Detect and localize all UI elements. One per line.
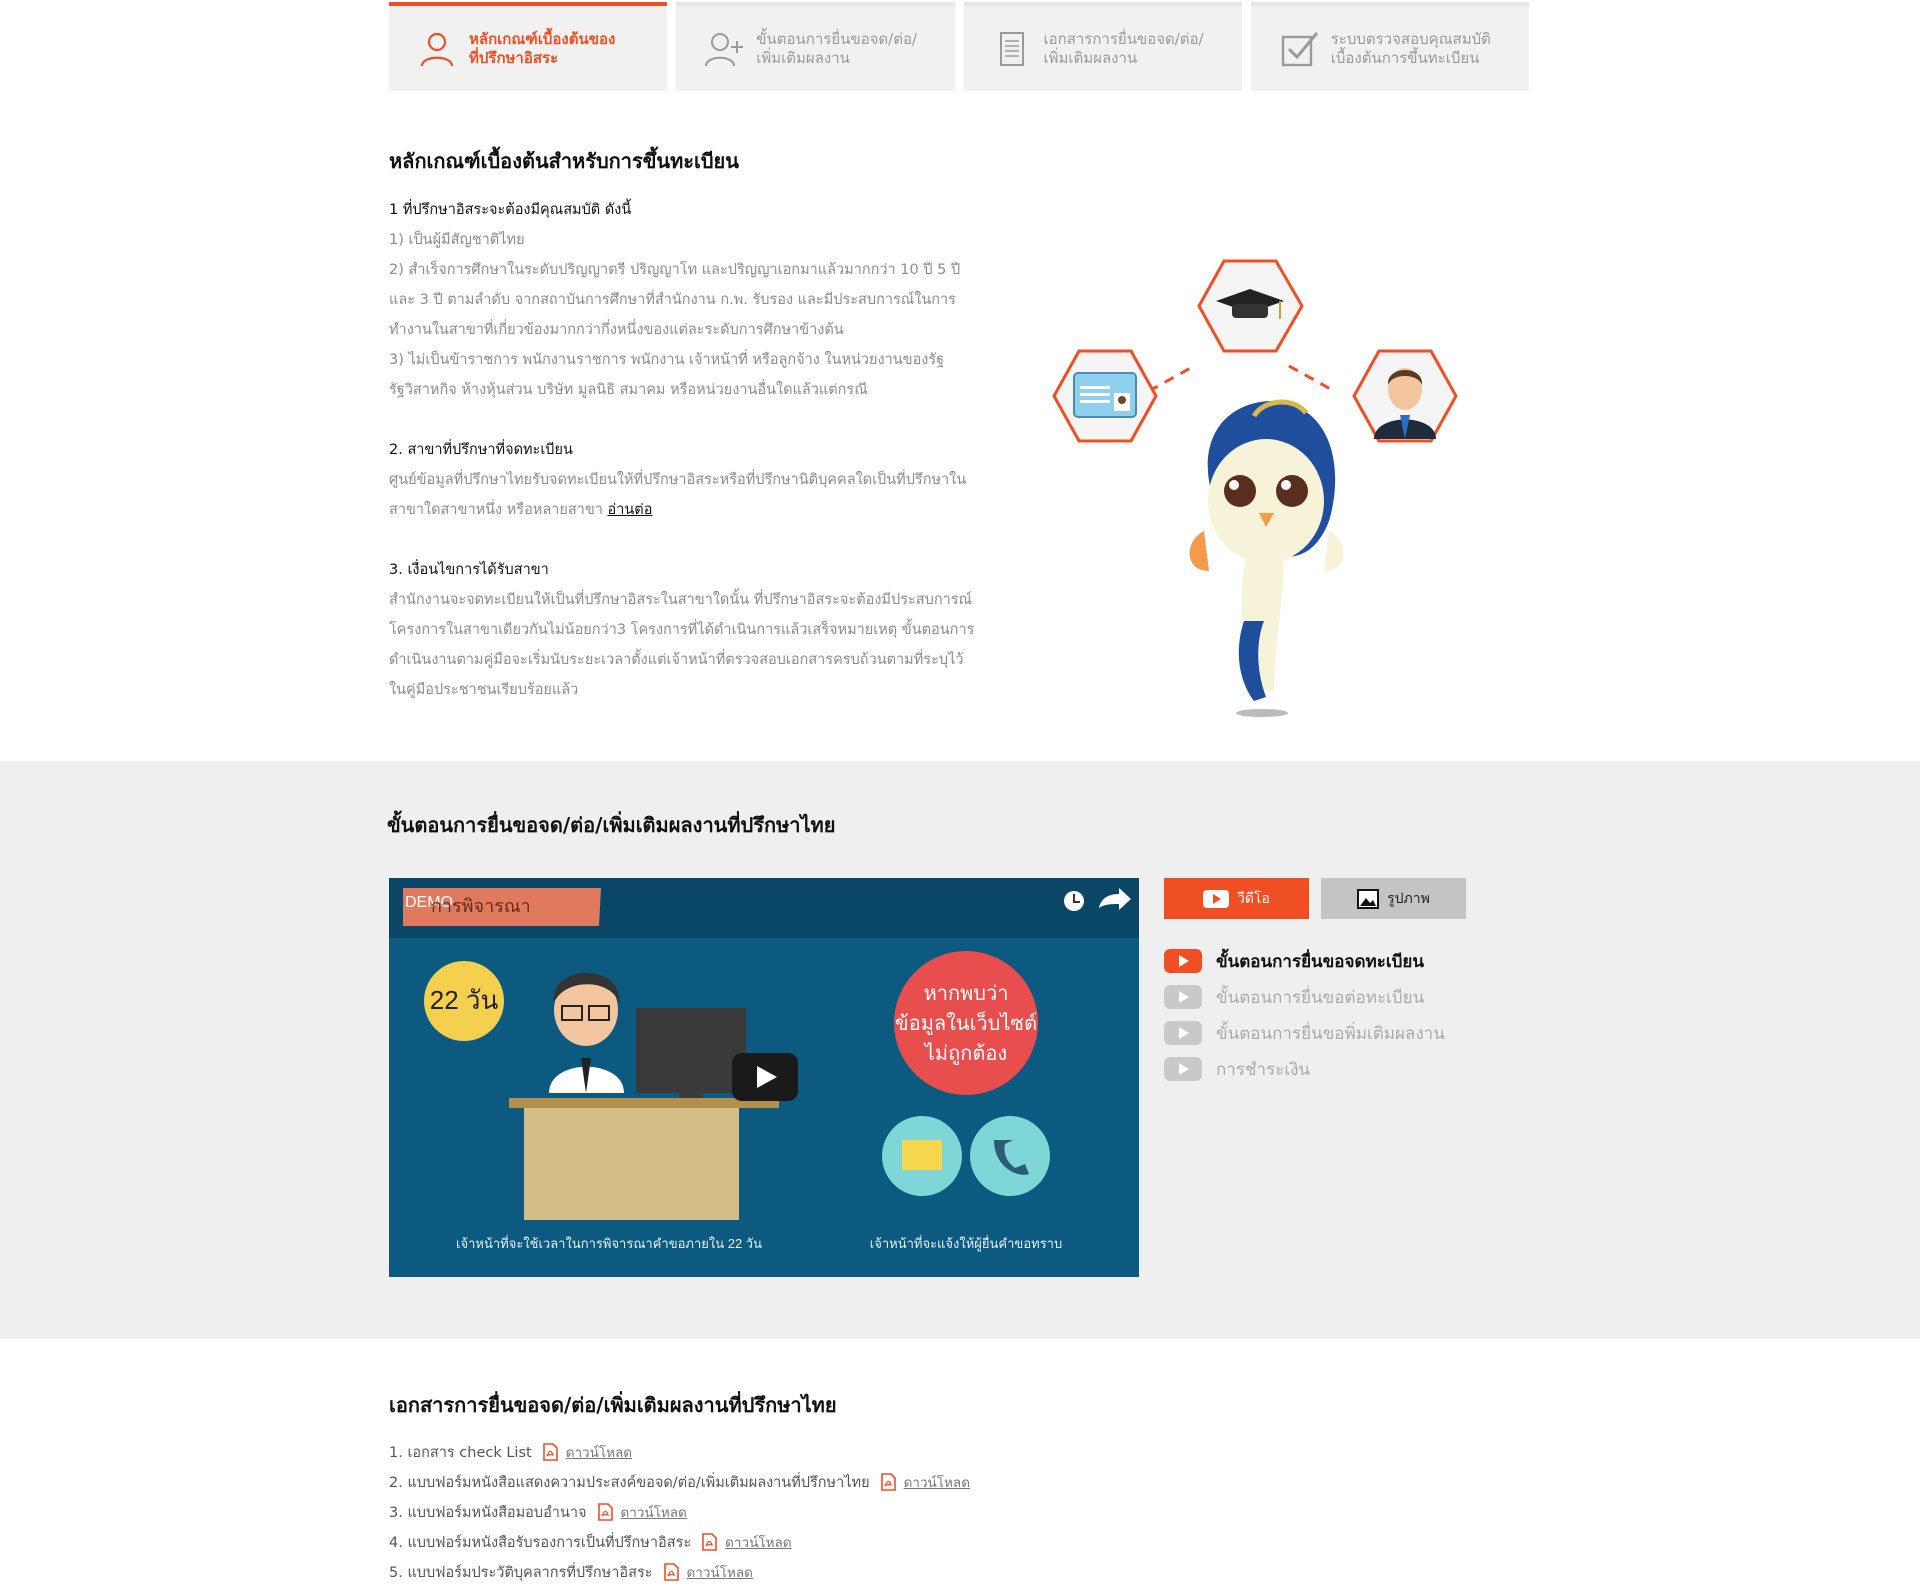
video-list-item[interactable]: ขั้นตอนการยื่นขอจดทะเบียน [1164,943,1445,979]
tab-label: ขั้นตอนการยื่นขอจด/ต่อ/ เพิ่มเติมผลงาน [756,29,918,67]
video-player[interactable]: DEMO การพิจารณา 22 วัน หากพบว่าข้อมูลในเ… [389,878,1139,1277]
criteria-heading-3: 3. เงื่อนไขการได้รับสาขา [389,562,549,578]
tab-bar: หลักเกณฑ์เบื้องต้นของ ที่ปรึกษาอิสระ ขั้… [389,2,1529,91]
video-list-label: ขั้นตอนการยื่นขอพิ่มเติมผลงาน [1216,1023,1445,1044]
document-item: 5. แบบฟอร์มประวัติบุคลากรที่ปรึกษาอิสระ ด… [389,1557,970,1587]
play-icon [1164,1021,1202,1045]
play-icon [1164,949,1202,973]
criteria-title: หลักเกณฑ์เบื้องต้นสำหรับการขึ้นทะเบียน [389,149,739,173]
tab-process[interactable]: ขั้นตอนการยื่นขอจด/ต่อ/ เพิ่มเติมผลงาน [676,2,955,91]
media-toggle: วีดีโอ รูปภาพ [1164,878,1466,919]
document-label: 2. แบบฟอร์มหนังสือแสดงความประสงค์ขอจด/ต่… [389,1474,870,1491]
tab-documents[interactable]: เอกสารการยื่นขอจด/ต่อ/ เพิ่มเติมผลงาน [963,2,1242,91]
image-tab-button[interactable]: รูปภาพ [1321,878,1466,919]
image-tab-label: รูปภาพ [1387,890,1430,907]
download-link[interactable]: ดาวน์โหลด [566,1441,632,1463]
pdf-icon[interactable] [701,1533,717,1551]
tab-label: เอกสารการยื่นขอจด/ต่อ/ เพิ่มเติมผลงาน [1043,29,1204,67]
pdf-icon[interactable] [597,1503,613,1521]
video-list-item[interactable]: ขั้นตอนการยื่นขอต่อทะเบียน [1164,979,1445,1015]
video-days-badge: 22 วัน [430,985,499,1015]
criteria-section: หลักเกณฑ์เบื้องต้นสำหรับการขึ้นทะเบียน 1… [389,91,1529,761]
pdf-icon[interactable] [663,1563,679,1581]
graduation-cap-icon [1197,259,1304,353]
document-label: 3. แบบฟอร์มหนังสือมอบอำนาจ [389,1504,587,1521]
checkbox-icon [1281,31,1318,66]
video-list-item[interactable]: ขั้นตอนการยื่นขอพิ่มเติมผลงาน [1164,1015,1445,1051]
video-banner-text: การพิจารณา [431,896,531,916]
user-icon [420,32,454,66]
criteria-paragraph: ศูนย์ข้อมูลที่ปรึกษาไทยรับจดทะเบียนให้ที… [389,465,979,525]
id-card-icon [1052,349,1158,443]
mascot-illustration [1052,259,1458,717]
play-icon [1164,985,1202,1009]
download-link[interactable]: ดาวน์โหลด [687,1561,753,1583]
video-caption-right: เจ้าหน้าที่จะแจ้งให้ผู้ยื่นคำขอทราบ [870,1235,1062,1252]
pdf-icon[interactable] [542,1443,558,1461]
download-link[interactable]: ดาวน์โหลด [621,1501,687,1523]
document-icon [999,31,1024,66]
criteria-item: 3) ไม่เป็นข้าราชการ พนักงานราชการ พนักงา… [389,352,945,398]
video-list-label: ขั้นตอนการยื่นขอต่อทะเบียน [1216,987,1425,1008]
documents-title: เอกสารการยื่นขอจด/ต่อ/เพิ่มเติมผลงานที่ป… [389,1393,837,1417]
process-title: ขั้นตอนการยื่นขอจด/ต่อ/เพิ่มเติมผลงานที่… [387,813,836,837]
video-tab-button[interactable]: วีดีโอ [1164,878,1309,919]
tab-check-system[interactable]: ระบบตรวจสอบคุณสมบัติ เบื้องต้นการขึ้นทะเ… [1250,2,1529,91]
document-item: 2. แบบฟอร์มหนังสือแสดงความประสงค์ขอจด/ต่… [389,1467,970,1497]
criteria-text: 1 ที่ปรึกษาอิสระจะต้องมีคุณสมบัติ ดังนี้… [389,195,979,735]
document-label: 5. แบบฟอร์มประวัติบุคลากรที่ปรึกษาอิสระ [389,1564,653,1581]
document-label: 4. แบบฟอร์มหนังสือรับรองการเป็นที่ปรึกษา… [389,1534,692,1551]
tab-label: ระบบตรวจสอบคุณสมบัติ เบื้องต้นการขึ้นทะเ… [1330,29,1491,67]
video-caption-left: เจ้าหน้าที่จะใช้เวลาในการพิจารณาคำขอภายใ… [456,1235,762,1251]
tab-criteria[interactable]: หลักเกณฑ์เบื้องต้นของ ที่ปรึกษาอิสระ [389,2,668,91]
document-item: 3. แบบฟอร์มหนังสือมอบอำนาจ ดาวน์โหลด [389,1497,970,1527]
image-icon [1357,888,1380,909]
video-list: ขั้นตอนการยื่นขอจดทะเบียน ขั้นตอนการยื่น… [1164,943,1445,1087]
criteria-heading-2: 2. สาขาที่ปรึกษาที่จดทะเบียน [389,442,573,458]
businessman-icon [1352,349,1458,443]
video-list-label: การชำระเงิน [1216,1059,1311,1080]
download-link[interactable]: ดาวน์โหลด [725,1531,791,1553]
download-link[interactable]: ดาวน์โหลด [904,1471,970,1493]
mascot-bird [1189,399,1344,717]
criteria-heading-1: 1 ที่ปรึกษาอิสระจะต้องมีคุณสมบัติ ดังนี้ [389,202,632,218]
pdf-icon[interactable] [880,1473,896,1491]
documents-section: เอกสารการยื่นขอจด/ต่อ/เพิ่มเติมผลงานที่ป… [0,1339,1920,1592]
criteria-paragraph: สำนักงานจะจดทะเบียนให้เป็นที่ปรึกษาอิสระ… [389,592,975,698]
play-icon [1164,1057,1202,1081]
video-list-label: ขั้นตอนการยื่นขอจดทะเบียน [1216,951,1425,972]
add-user-icon [705,32,744,66]
criteria-item: 2) สำเร็จการศึกษาในระดับปริญญาตรี ปริญญา… [389,262,961,338]
video-tab-label: วีดีโอ [1237,890,1270,907]
document-label: 1. เอกสาร check List [389,1444,532,1461]
youtube-icon [1203,889,1230,908]
read-more-link[interactable]: อ่านต่อ [608,502,653,518]
tab-label: หลักเกณฑ์เบื้องต้นของ ที่ปรึกษาอิสระ [469,29,616,67]
email-icon [902,1140,942,1170]
process-section: ขั้นตอนการยื่นขอจด/ต่อ/เพิ่มเติมผลงานที่… [0,761,1920,1339]
documents-list: 1. เอกสาร check List ดาวน์โหลด 2. แบบฟอร์… [389,1437,970,1587]
video-frame: DEMO การพิจารณา 22 วัน หากพบว่าข้อมูลในเ… [389,878,1139,1252]
document-item: 1. เอกสาร check List ดาวน์โหลด [389,1437,970,1467]
document-item: 4. แบบฟอร์มหนังสือรับรองการเป็นที่ปรึกษา… [389,1527,970,1557]
criteria-item: 1) เป็นผู้มีสัญชาติไทย [389,232,525,248]
video-list-item[interactable]: การชำระเงิน [1164,1051,1445,1087]
criteria-paragraph-text: ศูนย์ข้อมูลที่ปรึกษาไทยรับจดทะเบียนให้ที… [389,472,967,518]
